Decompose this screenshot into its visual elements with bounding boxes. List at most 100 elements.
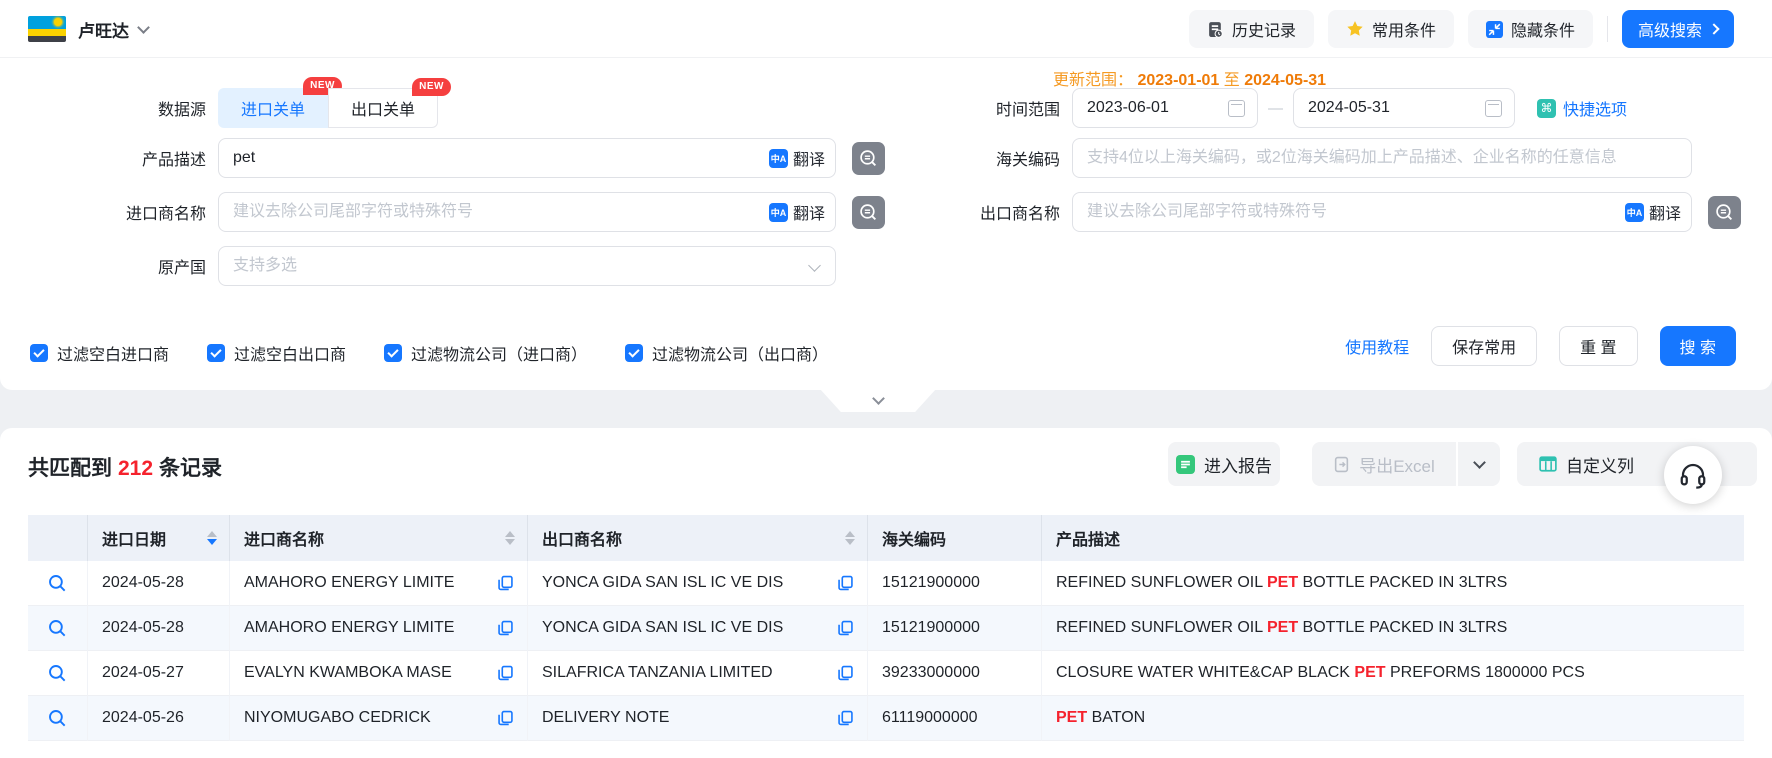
header-exporter[interactable]: 出口商名称 xyxy=(528,515,868,561)
checkbox-checked-icon xyxy=(625,344,643,362)
magnifier-detail-icon[interactable] xyxy=(48,574,67,593)
magnifier-detail-icon[interactable] xyxy=(48,709,67,728)
exact-match-toggle[interactable] xyxy=(1708,196,1741,229)
sort-control[interactable] xyxy=(845,531,855,545)
filter-blank-importer[interactable]: 过滤空白进口商 xyxy=(30,341,169,365)
desc-text: BOTTLE PACKED IN 3LTRS xyxy=(1298,619,1507,637)
origin-select[interactable] xyxy=(218,246,836,286)
columns-icon xyxy=(1539,455,1557,473)
date-dash: — xyxy=(1268,100,1283,117)
header-importer[interactable]: 进口商名称 xyxy=(230,515,528,561)
export-excel-button[interactable]: 导出Excel xyxy=(1312,442,1456,486)
table-row: 2024-05-26 NIYOMUGABO CEDRICK DELIVERY N… xyxy=(28,696,1744,741)
search-button[interactable]: 搜 索 xyxy=(1660,326,1736,366)
translate-icon: 中A xyxy=(1625,203,1644,222)
enter-report-label: 进入报告 xyxy=(1204,452,1272,477)
quick-options-label: 快捷选项 xyxy=(1563,96,1627,120)
export-dropdown-button[interactable] xyxy=(1458,442,1500,486)
chevron-down-icon xyxy=(1473,456,1486,469)
tab-import-declaration[interactable]: 进口关单 NEW xyxy=(218,88,328,128)
copy-icon[interactable] xyxy=(498,666,513,681)
origin-input[interactable] xyxy=(219,247,835,285)
search-panel: 数据源 进口关单 NEW 出口关单 NEW 产品描述 中A 翻译 xyxy=(0,58,1772,390)
sort-control[interactable] xyxy=(207,531,217,545)
desc-keyword: PET xyxy=(1354,664,1385,682)
copy-icon[interactable] xyxy=(838,576,853,591)
top-bar: 卢旺达 历史记录 常用条件 隐藏条件 高级搜索 xyxy=(0,0,1772,58)
table-row: 2024-05-27 EVALYN KWAMBOKA MASE SILAFRIC… xyxy=(28,651,1744,696)
translate-button[interactable]: 中A 翻译 xyxy=(1619,193,1681,231)
hs-code-cell: 15121900000 xyxy=(868,606,1042,651)
product-desc-label: 产品描述 xyxy=(0,146,206,170)
translate-button[interactable]: 中A 翻译 xyxy=(763,193,825,231)
tutorial-link[interactable]: 使用教程 xyxy=(1345,334,1409,358)
exporter-name: DELIVERY NOTE xyxy=(542,709,669,727)
results-table: 进口日期 进口商名称 出口商名称 海关编码 产品描述 xyxy=(28,515,1744,741)
translate-button[interactable]: 中A 翻译 xyxy=(763,139,825,177)
date-to-input[interactable] xyxy=(1294,89,1514,127)
header-label: 进口日期 xyxy=(102,526,166,550)
importer-row: 进口商名称 中A 翻译 xyxy=(0,192,885,232)
copy-icon[interactable] xyxy=(498,576,513,591)
report-icon xyxy=(1176,455,1195,474)
support-headset-button[interactable] xyxy=(1664,446,1722,504)
detail-cell xyxy=(28,696,88,741)
copy-icon[interactable] xyxy=(498,711,513,726)
copy-icon[interactable] xyxy=(838,621,853,636)
filter-logistics-importer[interactable]: 过滤物流公司（进口商） xyxy=(384,341,587,365)
product-desc-row: 产品描述 中A 翻译 xyxy=(0,138,885,178)
copy-icon[interactable] xyxy=(838,711,853,726)
date-cell: 2024-05-28 xyxy=(88,606,230,651)
save-favorite-button[interactable]: 保存常用 xyxy=(1431,326,1537,366)
collapse-icon xyxy=(1486,21,1503,38)
history-button[interactable]: 历史记录 xyxy=(1189,10,1314,48)
hide-conditions-button[interactable]: 隐藏条件 xyxy=(1468,10,1593,48)
reset-button[interactable]: 重 置 xyxy=(1559,326,1637,366)
rwanda-flag-icon xyxy=(28,16,66,42)
calendar-icon xyxy=(1485,100,1502,117)
advanced-search-button[interactable]: 高级搜索 xyxy=(1622,10,1734,48)
enter-report-button[interactable]: 进入报告 xyxy=(1168,442,1280,486)
chevron-down-icon xyxy=(137,21,150,34)
match-mode-icon xyxy=(1715,203,1734,222)
magnifier-detail-icon[interactable] xyxy=(48,664,67,683)
importer-input[interactable] xyxy=(219,193,835,231)
header-import-date[interactable]: 进口日期 xyxy=(88,515,230,561)
detail-cell xyxy=(28,651,88,696)
filter-label: 过滤空白进口商 xyxy=(57,341,169,365)
country-selector[interactable]: 卢旺达 xyxy=(78,17,148,42)
exporter-cell: SILAFRICA TANZANIA LIMITED xyxy=(528,651,868,696)
filter-blank-exporter[interactable]: 过滤空白出口商 xyxy=(207,341,346,365)
desc-text: BOTTLE PACKED IN 3LTRS xyxy=(1298,574,1507,592)
data-source-tabs: 进口关单 NEW 出口关单 NEW xyxy=(218,88,438,128)
quick-options-link[interactable]: ⌘ 快捷选项 xyxy=(1537,96,1627,120)
history-icon xyxy=(1207,21,1224,38)
copy-icon[interactable] xyxy=(498,621,513,636)
table-row: 2024-05-28 AMAHORO ENERGY LIMITE YONCA G… xyxy=(28,606,1744,651)
copy-icon[interactable] xyxy=(838,666,853,681)
hs-code-field xyxy=(1072,138,1692,178)
product-desc-cell: CLOSURE WATER WHITE&CAP BLACK PET PREFOR… xyxy=(1042,651,1744,696)
filter-logistics-exporter[interactable]: 过滤物流公司（出口商） xyxy=(625,341,828,365)
product-desc-input[interactable] xyxy=(219,139,835,177)
favorites-button[interactable]: 常用条件 xyxy=(1328,10,1454,48)
tab-export-declaration[interactable]: 出口关单 NEW xyxy=(328,88,438,128)
importer-label: 进口商名称 xyxy=(0,200,206,224)
detail-cell xyxy=(28,606,88,651)
collapse-panel-tab[interactable] xyxy=(820,389,936,412)
importer-name: AMAHORO ENERGY LIMITE xyxy=(244,619,454,637)
translate-label: 翻译 xyxy=(1649,200,1681,224)
hs-code-cell: 15121900000 xyxy=(868,561,1042,606)
sort-control[interactable] xyxy=(505,531,515,545)
exporter-cell: YONCA GIDA SAN ISL IC VE DIS xyxy=(528,561,868,606)
match-mode-icon xyxy=(859,149,878,168)
time-range-row: 时间范围 — ⌘ 快捷选项 xyxy=(880,88,1627,128)
hs-code-input[interactable] xyxy=(1073,139,1691,177)
magnifier-detail-icon[interactable] xyxy=(48,619,67,638)
header-label: 进口商名称 xyxy=(244,526,324,550)
summary-prefix: 共匹配到 xyxy=(28,457,112,480)
results-panel: 共匹配到212条记录 进入报告 导出Excel 自定义列 xyxy=(0,428,1772,758)
exporter-input[interactable] xyxy=(1073,193,1691,231)
table-header-row: 进口日期 进口商名称 出口商名称 海关编码 产品描述 xyxy=(28,515,1744,561)
translate-label: 翻译 xyxy=(793,146,825,170)
